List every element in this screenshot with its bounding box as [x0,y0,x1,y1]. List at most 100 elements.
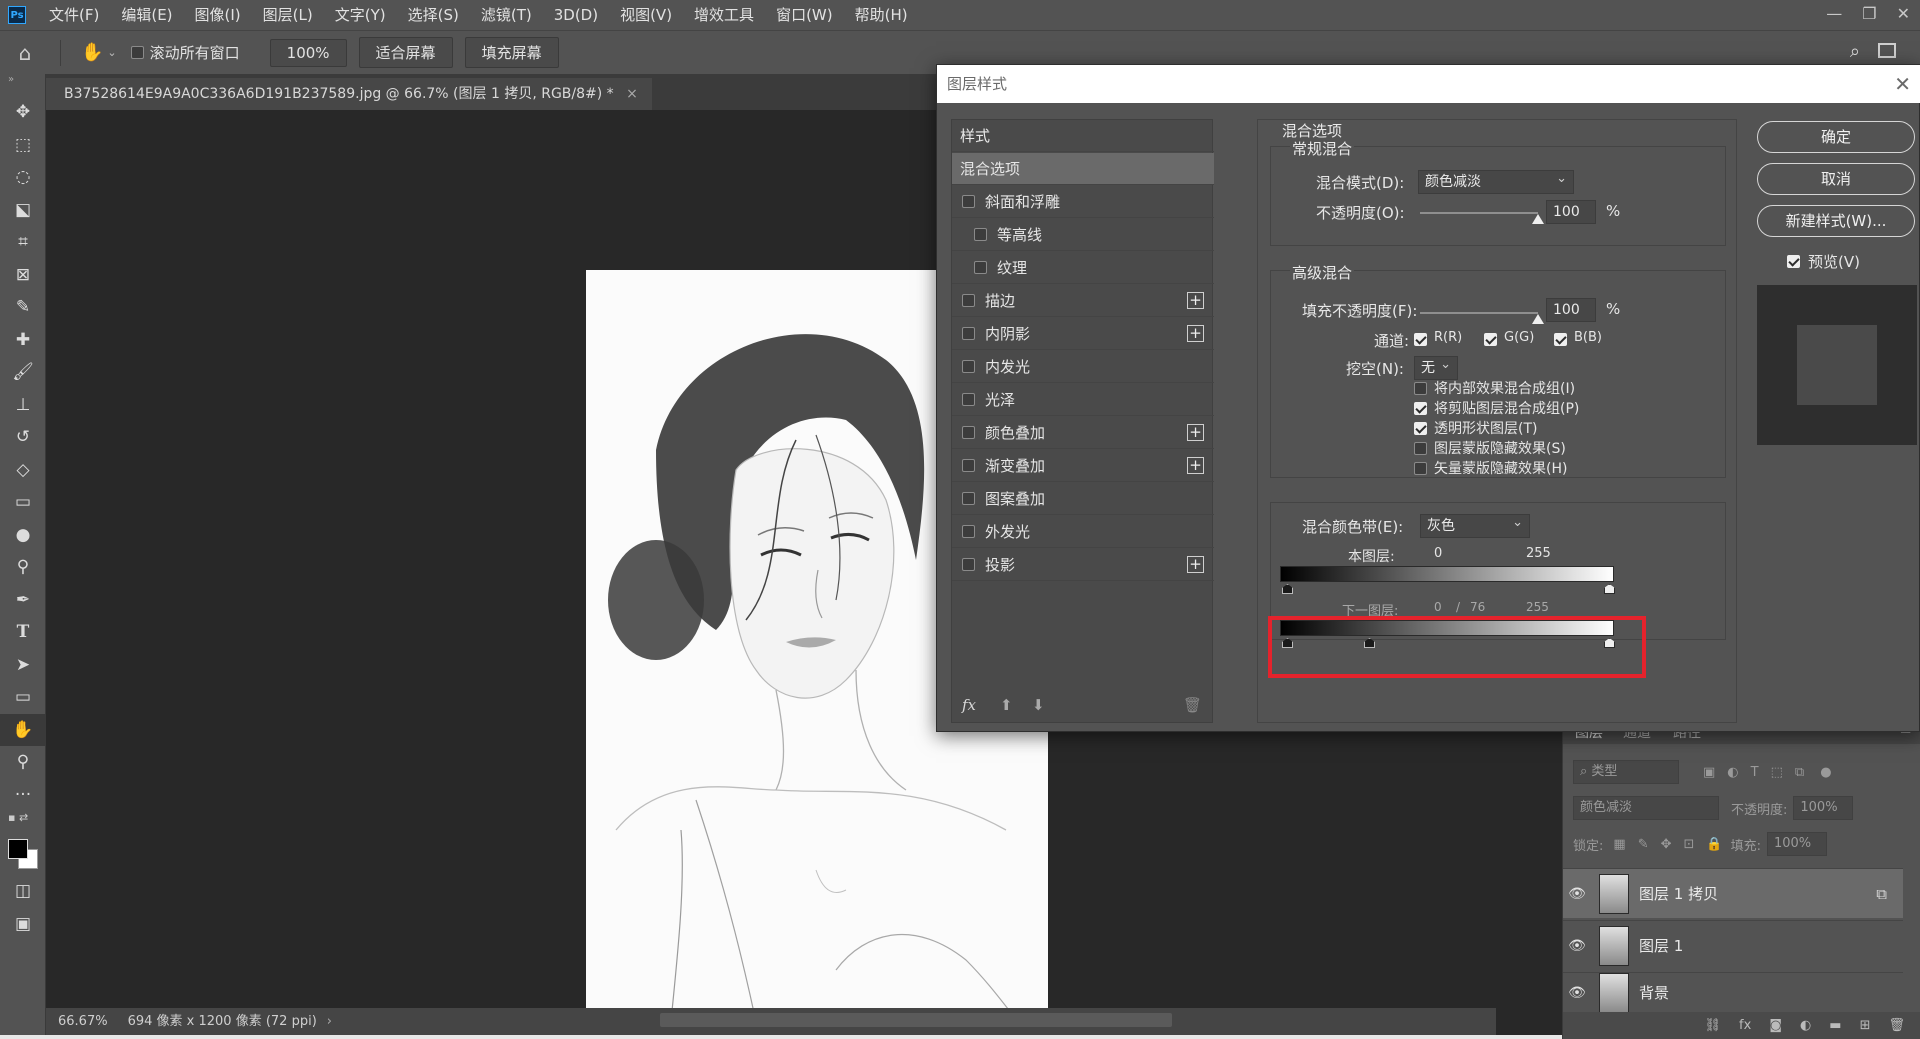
move-icon[interactable]: ✥ [0,96,46,129]
menu-select[interactable]: 选择(S) [397,0,470,30]
rectangle-icon[interactable]: ▭ [0,681,46,714]
move-up-icon[interactable]: ⬆ [1000,696,1013,714]
visibility-eye-icon[interactable]: 👁 [1563,886,1591,902]
blend-if-dropdown[interactable]: 灰色 [1420,512,1530,538]
workspace-icon[interactable] [1878,43,1896,58]
layer-row[interactable]: 👁 图层 1 [1563,920,1903,970]
menu-window[interactable]: 窗口(W) [765,0,844,30]
dodge-icon[interactable]: ⚲ [0,551,46,584]
menu-filter[interactable]: 滤镜(T) [470,0,543,30]
layer-row[interactable]: 👁 背景 [1563,972,1903,1012]
eraser-icon[interactable]: ◇ [0,454,46,487]
visibility-eye-icon[interactable]: 👁 [1563,985,1591,1001]
foreground-color[interactable] [8,839,28,859]
style-checkbox[interactable] [962,393,975,406]
layer-row[interactable]: 👁 图层 1 拷贝 ⧉ [1563,868,1903,918]
style-item[interactable]: 等高线 [952,219,1214,251]
menu-plugins[interactable]: 增效工具 [683,0,765,30]
close-tab-icon[interactable]: × [626,86,638,102]
restore-icon[interactable]: ❐ [1862,0,1876,28]
new-style-button[interactable]: 新建样式(W)... [1757,205,1915,237]
layer-name[interactable]: 背景 [1639,982,1669,1003]
style-checkbox[interactable] [962,327,975,340]
blur-icon[interactable]: ● [0,519,46,552]
close-icon[interactable]: ✕ [1894,65,1911,103]
hand-icon[interactable]: ✋ [0,713,46,746]
panel-collapse-icon[interactable]: » [0,74,45,96]
fx-icon[interactable]: fx [1739,1018,1751,1033]
fill-screen-button[interactable]: 填充屏幕 [464,37,559,68]
status-menu-chevron-icon[interactable]: › [327,1008,332,1035]
style-checkbox[interactable] [962,294,975,307]
style-checkbox[interactable] [962,426,975,439]
cancel-button[interactable]: 取消 [1757,163,1915,195]
style-checkbox[interactable] [962,558,975,571]
eyedropper-icon[interactable]: ✎ [0,291,46,324]
visibility-eye-icon[interactable]: 👁 [1563,938,1591,954]
fill-opacity-slider-thumb[interactable] [1532,314,1544,324]
healing-icon[interactable]: ✚ [0,324,46,357]
new-layer-icon[interactable]: ⊞ [1860,1018,1871,1033]
style-item[interactable]: 描边 + [952,285,1214,317]
filter-type-icon[interactable]: T [1751,765,1759,780]
preview-checkbox[interactable] [1787,255,1800,268]
style-checkbox[interactable] [974,228,987,241]
link-icon[interactable]: ⛓ [1705,1018,1722,1033]
fill-opacity-slider[interactable] [1420,312,1538,314]
add-style-icon[interactable]: + [1187,292,1204,309]
menu-file[interactable]: 文件(F) [38,0,110,30]
menu-layer[interactable]: 图层(L) [252,0,324,30]
filter-shape-icon[interactable]: ⬚ [1771,765,1783,780]
default-colors-icon[interactable]: ▪ ⇄ [0,811,45,835]
fit-screen-button[interactable]: 适合屏幕 [358,37,453,68]
filter-smart-icon[interactable]: ⧉ [1795,765,1804,780]
blend-mode-dropdown[interactable]: 颜色减淡 [1418,168,1574,194]
minimize-icon[interactable]: — [1826,0,1842,28]
type-icon[interactable]: T [0,616,46,649]
ok-button[interactable]: 确定 [1757,121,1915,153]
search-icon[interactable]: ⌕ [1850,41,1860,62]
folder-icon[interactable]: ▬ [1829,1018,1841,1033]
style-checkbox[interactable] [962,360,975,373]
blend-interior-checkbox[interactable] [1414,382,1427,395]
style-item[interactable]: 纹理 [952,252,1214,284]
style-item[interactable]: 外发光 [952,516,1214,548]
lock-position-icon[interactable]: ✥ [1661,837,1672,852]
hand-tool-icon[interactable]: ✋ [81,42,103,63]
opacity-field[interactable]: 100 [1546,200,1596,224]
layer-opacity-field[interactable]: 100% [1793,796,1854,820]
frame-icon[interactable]: ⊠ [0,259,46,292]
zoom-icon[interactable]: ⚲ [0,746,46,779]
quick-mask-icon[interactable]: ◫ [0,875,46,908]
stamp-icon[interactable]: ⊥ [0,389,46,422]
add-style-icon[interactable]: + [1187,424,1204,441]
channel-r-checkbox[interactable] [1414,333,1427,346]
menu-help[interactable]: 帮助(H) [844,0,919,30]
style-item-blend-options[interactable]: 混合选项 [952,153,1214,185]
mask-icon[interactable]: ◙ [1769,1018,1782,1033]
opacity-slider-thumb[interactable] [1532,214,1544,224]
add-style-icon[interactable]: + [1187,457,1204,474]
dialog-title-bar[interactable]: 图层样式 ✕ [937,65,1920,103]
preview-option[interactable]: 预览(V) [1787,251,1860,272]
layer-filter-dropdown[interactable]: ⌕ 类型 [1573,760,1679,784]
style-checkbox[interactable] [974,261,987,274]
layer-mask-hides-checkbox[interactable] [1414,442,1427,455]
gradient-icon[interactable]: ▭ [0,486,46,519]
move-down-icon[interactable]: ⬇ [1032,696,1045,714]
add-style-icon[interactable]: + [1187,556,1204,573]
close-icon[interactable]: ✕ [1897,0,1910,28]
filter-pixel-icon[interactable]: ▣ [1703,765,1715,780]
style-item[interactable]: 投影 + [952,549,1214,581]
transparency-shapes-checkbox[interactable] [1414,422,1427,435]
scroll-all-checkbox[interactable] [130,46,144,59]
add-style-icon[interactable]: + [1187,325,1204,342]
horizontal-scrollbar[interactable] [660,1013,1172,1027]
style-item[interactable]: 图案叠加 [952,483,1214,515]
object-select-icon[interactable]: ⬕ [0,194,46,227]
vector-mask-hides-checkbox[interactable] [1414,462,1427,475]
lock-pixels-icon[interactable]: ▦ [1613,837,1625,852]
path-select-icon[interactable]: ➤ [0,649,46,682]
trash-icon[interactable]: 🗑 [1888,1018,1905,1033]
layer-name[interactable]: 图层 1 拷贝 [1639,883,1718,904]
